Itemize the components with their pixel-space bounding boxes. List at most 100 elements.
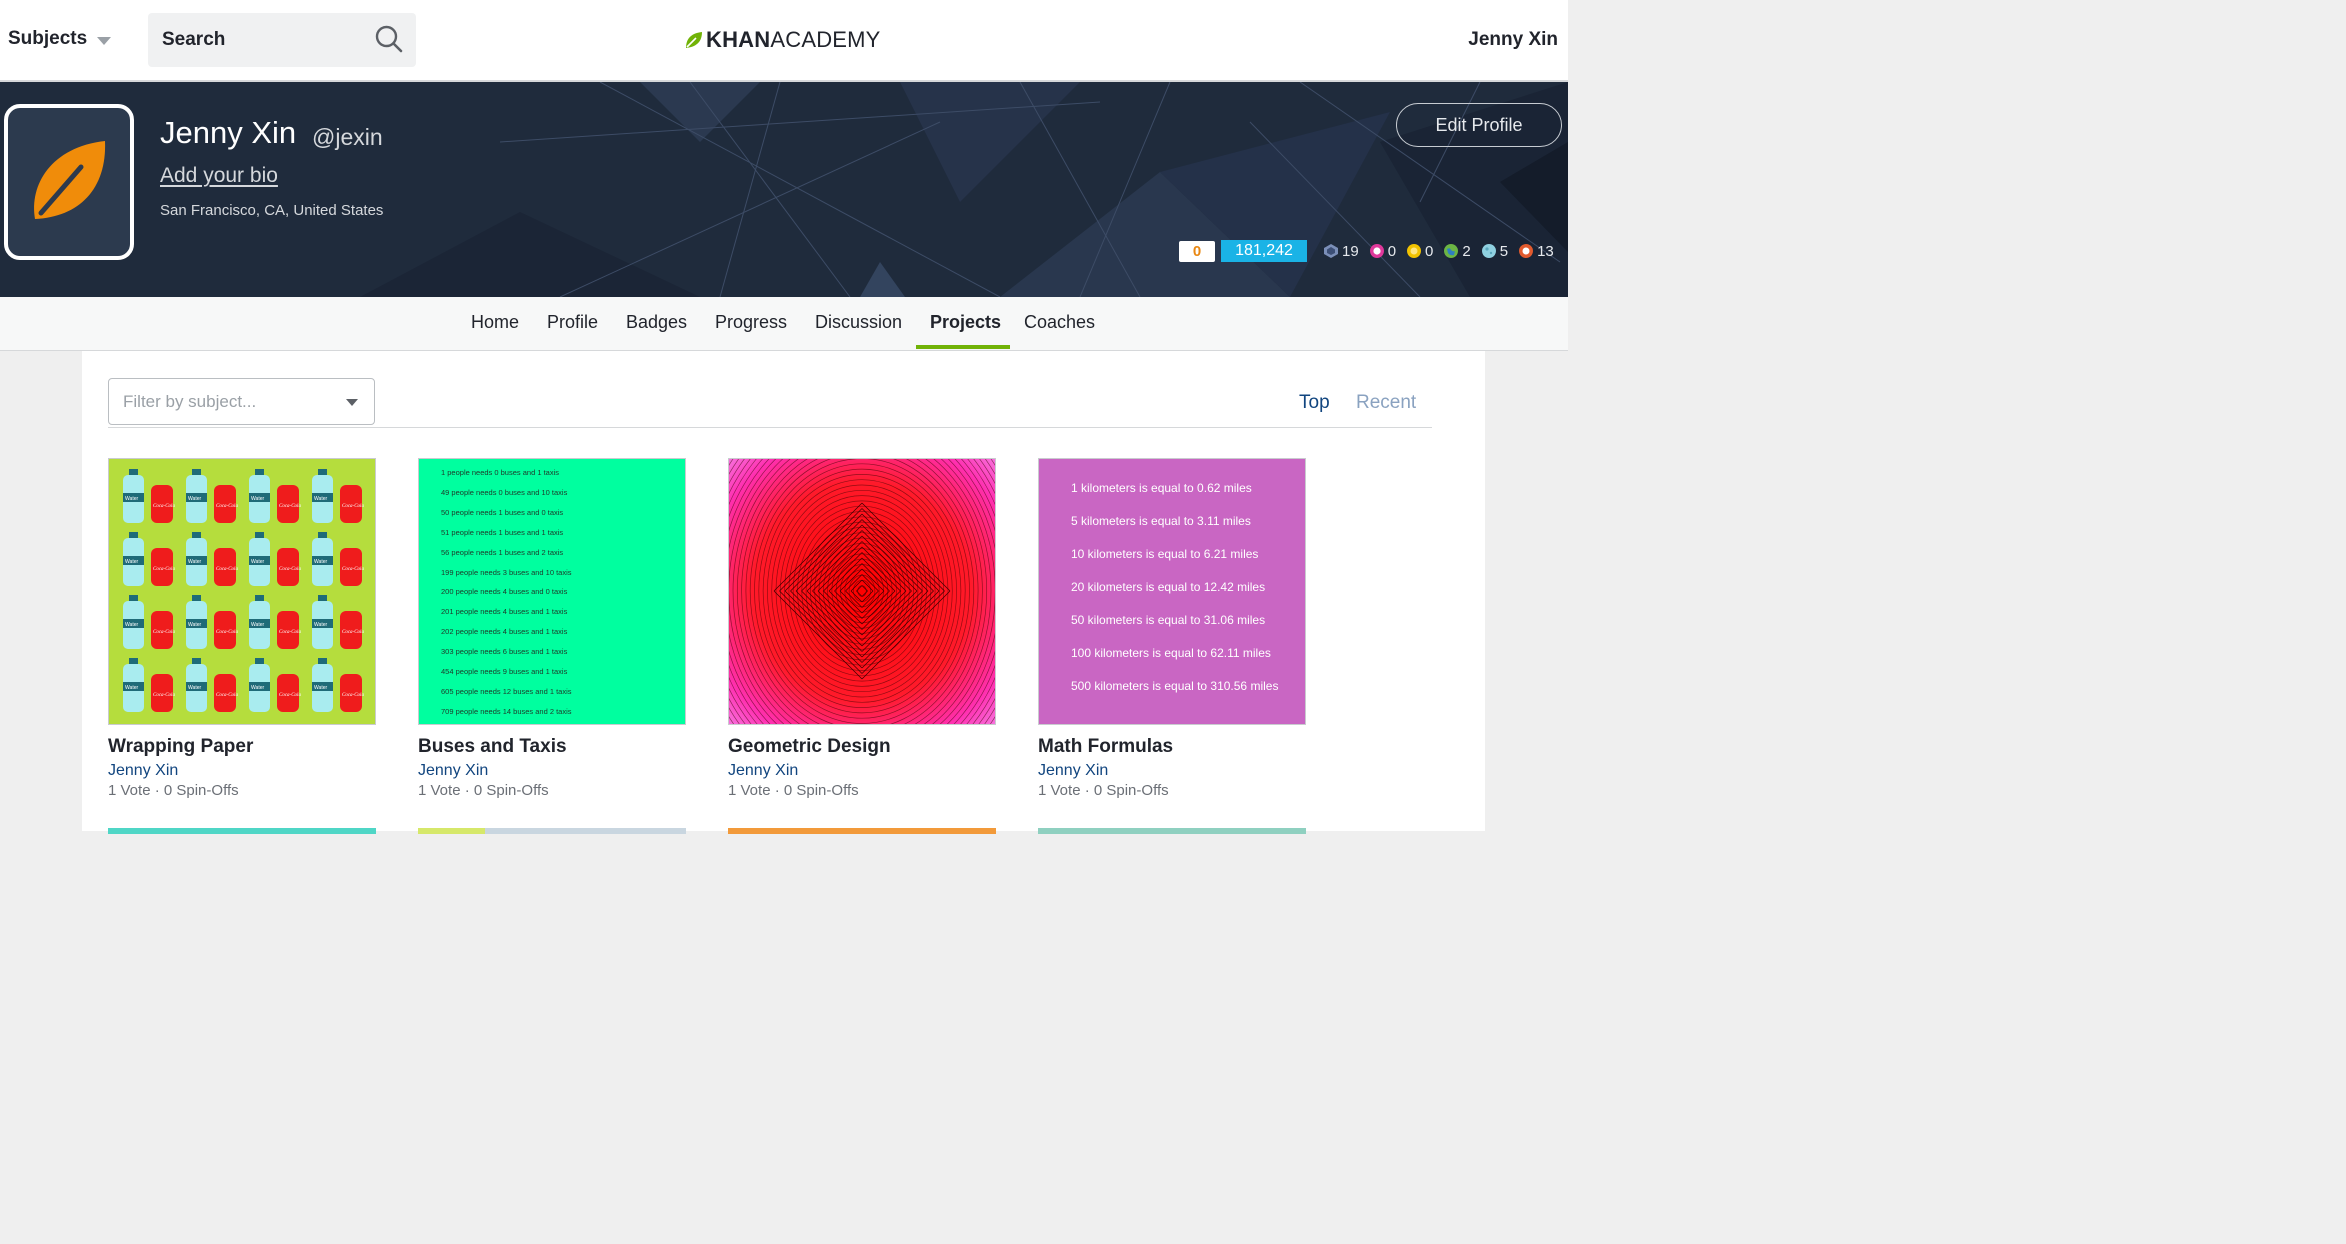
output-line: 709 people needs 14 buses and 2 taxis [441,706,572,716]
project-title[interactable]: Wrapping Paper [108,736,376,758]
project-card: 1 people needs 0 buses and 1 taxis 49 peo… [418,458,686,799]
khan-academy-logo[interactable]: KHANACADEMY [684,27,881,53]
sort-recent-link[interactable]: Recent [1356,392,1416,414]
subjects-menu[interactable]: Subjects [8,28,112,50]
tab-progress[interactable]: Progress [715,312,787,333]
project-title[interactable]: Math Formulas [1038,736,1306,758]
active-tab-indicator [916,345,1010,349]
tab-coaches[interactable]: Coaches [1024,312,1095,333]
water-bottle-icon: Water [123,595,144,649]
water-bottle-icon: Water [312,658,333,712]
add-bio-link[interactable]: Add your bio [160,164,278,188]
svg-text:Water: Water [251,559,264,565]
badge-sun[interactable]: 0 [1406,243,1433,260]
soda-can-icon: Coca-Cola [340,485,364,523]
svg-text:Coca-Cola: Coca-Cola [153,693,175,698]
sort-top-link[interactable]: Top [1299,392,1330,414]
water-bottle-icon: Water [186,532,207,586]
svg-text:Coca-Cola: Coca-Cola [216,630,238,635]
svg-text:Water: Water [125,559,138,565]
project-thumbnail-geometric-design[interactable] [728,458,996,725]
tab-profile[interactable]: Profile [547,312,598,333]
tab-projects[interactable]: Projects [930,312,1001,333]
badge-black-hole[interactable]: 0 [1369,243,1396,260]
profile-tabs: Home Profile Badges Progress Discussion … [0,297,1568,351]
badge-challenge-patches[interactable]: 19 [1323,243,1359,260]
svg-text:Coca-Cola: Coca-Cola [153,630,175,635]
leaf-logo-icon [686,32,702,48]
badge-count: 2 [1462,242,1471,260]
svg-text:Water: Water [314,622,327,628]
svg-text:Coca-Cola: Coca-Cola [153,567,175,572]
soda-can-icon: Coca-Cola [340,611,364,649]
project-thumbnail-partial[interactable] [728,828,996,834]
search-icon[interactable] [374,24,404,59]
badge-earth[interactable]: 2 [1443,242,1471,260]
project-stats: 1 Vote · 0 Spin-Offs [1038,782,1169,799]
tab-badges[interactable]: Badges [626,312,687,333]
project-card: Geometric Design Jenny Xin 1 Vote · 0 Sp… [728,458,996,799]
project-thumbnail-partial[interactable] [418,828,686,834]
soda-can-icon: Coca-Cola [340,548,364,586]
profile-handle: @jexin [312,124,383,150]
output-line: 10 kilometers is equal to 6.21 miles [1071,547,1259,561]
output-line: 199 people needs 3 buses and 10 taxis [441,567,572,577]
svg-text:Coca-Cola: Coca-Cola [342,693,364,698]
meteorite-badge-icon [1519,244,1534,258]
badge-count: 0 [1425,242,1434,260]
project-thumbnail-partial[interactable] [108,828,376,834]
project-thumbnail-math-formulas[interactable]: 1 kilometers is equal to 0.62 miles 5 kil… [1038,458,1306,725]
energy-points: 181,242 [1221,240,1307,262]
svg-text:Water: Water [314,559,327,565]
edit-profile-button[interactable]: Edit Profile [1396,103,1562,147]
svg-text:Coca-Cola: Coca-Cola [279,567,301,572]
black-hole-badge-icon [1369,244,1384,258]
svg-text:Water: Water [125,496,138,502]
output-line: 50 people needs 1 buses and 0 taxis [441,507,564,517]
soda-can-icon: Coca-Cola [214,548,238,586]
project-stats: 1 Vote · 0 Spin-Offs [728,782,859,799]
output-line: 500 kilometers is equal to 310.56 miles [1071,679,1279,693]
soda-can-icon: Coca-Cola [151,548,175,586]
project-thumbnail-wrapping-paper[interactable]: Water Coca-Cola Water Coca-Cola Water Coca-Co… [108,458,376,725]
svg-text:Coca-Cola: Coca-Cola [342,504,364,509]
svg-text:Water: Water [188,685,201,691]
tab-home[interactable]: Home [471,312,519,333]
projects-panel: Filter by subject... Top Recent Water Coc… [82,351,1485,834]
water-bottle-icon: Water [249,532,270,586]
project-title[interactable]: Buses and Taxis [418,736,686,758]
water-bottle-icon: Water [186,658,207,712]
svg-text:Coca-Cola: Coca-Cola [216,504,238,509]
project-thumbnail-partial[interactable] [1038,828,1306,834]
project-author-link[interactable]: Jenny Xin [108,762,376,780]
project-author-link[interactable]: Jenny Xin [418,762,686,780]
soda-can-icon: Coca-Cola [214,485,238,523]
user-menu[interactable]: Jenny Xin [1468,29,1558,51]
search-input[interactable]: Search [148,13,416,67]
project-author-link[interactable]: Jenny Xin [1038,762,1306,780]
output-line: 50 kilometers is equal to 31.06 miles [1071,613,1266,627]
soda-can-icon: Coca-Cola [277,674,301,712]
svg-text:Water: Water [125,622,138,628]
badge-count: 13 [1537,242,1554,260]
output-line: 5 kilometers is equal to 3.11 miles [1071,514,1251,528]
soda-can-icon: Coca-Cola [214,674,238,712]
svg-text:Water: Water [314,685,327,691]
project-author-link[interactable]: Jenny Xin [728,762,996,780]
soda-can-icon: Coca-Cola [151,611,175,649]
badge-moon[interactable]: 5 [1481,243,1508,260]
project-thumbnail-buses-and-taxis[interactable]: 1 people needs 0 buses and 1 taxis 49 peo… [418,458,686,725]
water-bottle-icon: Water [249,595,270,649]
project-title[interactable]: Geometric Design [728,736,996,758]
svg-text:Coca-Cola: Coca-Cola [216,693,238,698]
avatar[interactable] [4,104,134,260]
badge-count: 5 [1499,242,1509,260]
badge-meteorite[interactable]: 13 [1518,243,1554,260]
output-line: 1 kilometers is equal to 0.62 miles [1071,481,1252,495]
project-card: Water Coca-Cola Water Coca-Cola Water Coca-Co… [108,458,376,799]
subject-filter-select[interactable]: Filter by subject... [108,378,375,425]
tab-discussion[interactable]: Discussion [815,312,902,333]
profile-location: San Francisco, CA, United States [160,202,384,219]
soda-can-icon: Coca-Cola [214,611,238,649]
project-stats: 1 Vote · 0 Spin-Offs [418,782,549,799]
